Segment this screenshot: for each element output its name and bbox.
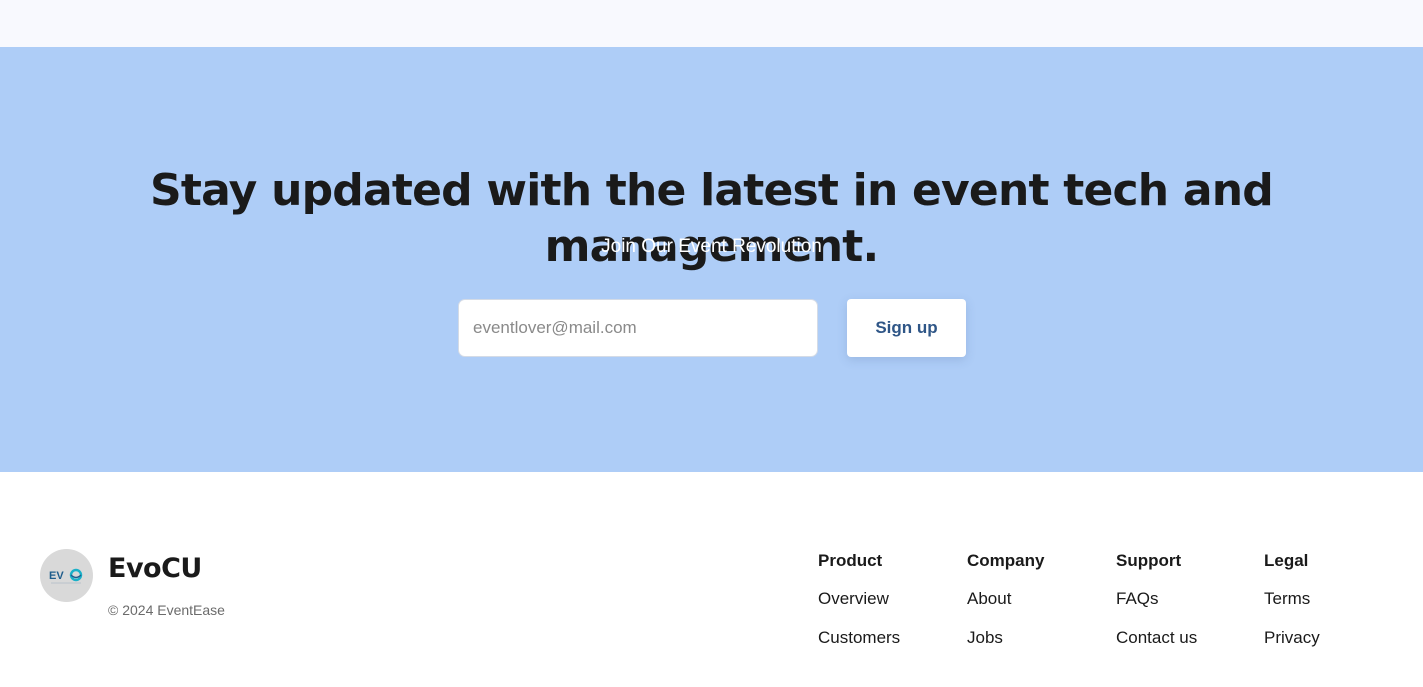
footer-link-contact-us[interactable]: Contact us (1116, 628, 1197, 667)
newsletter-subheadline: Join Our Event Revolution (601, 236, 822, 257)
footer-link-faqs[interactable]: FAQs (1116, 589, 1197, 628)
footer-column-company: Company About Jobs (967, 551, 1044, 667)
footer-link-overview[interactable]: Overview (818, 589, 900, 628)
brand-name: EvoCU (108, 553, 202, 584)
footer-column-support: Support FAQs Contact us (1116, 551, 1197, 667)
svg-text:EV: EV (49, 570, 64, 582)
footer-link-about[interactable]: About (967, 589, 1044, 628)
footer-heading-company: Company (967, 551, 1045, 570)
email-input[interactable] (458, 299, 818, 357)
footer-heading-legal: Legal (1264, 551, 1309, 570)
footer-column-product: Product Overview Customers (818, 551, 900, 667)
copyright: © 2024 EventEase (108, 602, 225, 618)
footer-column-legal: Legal Terms Privacy (1264, 551, 1320, 667)
footer-heading-support: Support (1116, 551, 1182, 570)
top-strip (0, 0, 1423, 47)
footer-link-privacy[interactable]: Privacy (1264, 628, 1320, 667)
footer-heading-product: Product (818, 551, 883, 570)
evo-logo-icon: EV (49, 568, 82, 583)
footer-link-jobs[interactable]: Jobs (967, 628, 1044, 667)
logo[interactable]: EV (40, 549, 93, 602)
footer: EV EvoCU © 2024 EventEase Product Overvi… (0, 472, 1423, 687)
footer-link-customers[interactable]: Customers (818, 628, 900, 667)
footer-link-terms[interactable]: Terms (1264, 589, 1320, 628)
signup-button[interactable]: Sign up (847, 299, 966, 357)
newsletter-section: Stay updated with the latest in event te… (0, 47, 1423, 472)
